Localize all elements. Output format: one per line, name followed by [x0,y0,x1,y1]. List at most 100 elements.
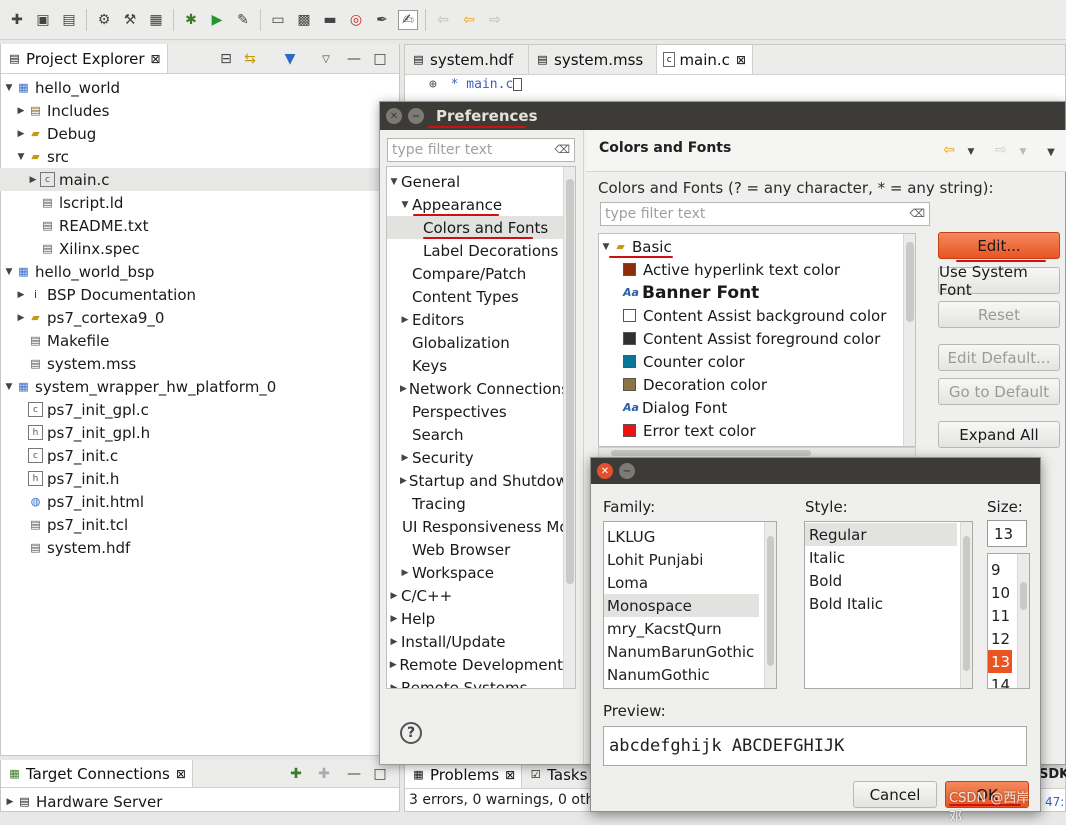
expand-arrow-icon[interactable]: ▼ [601,242,611,252]
pref-tree-item[interactable]: Search [387,423,563,446]
pref-tree-item[interactable]: ▼ General [387,170,563,193]
maximize-icon[interactable]: □ [370,49,390,69]
tree-item[interactable]: ▶ c main.c [0,168,398,191]
pref-tree-item[interactable]: Keys [387,354,563,377]
fold-icon[interactable]: ⊕ [429,77,437,92]
forward-arrow-icon[interactable]: ⇨ [991,140,1011,160]
clear-icon[interactable]: ⌫ [909,207,925,220]
tree-item[interactable]: ▶ i BSP Documentation [16,283,196,306]
pref-tree-item[interactable]: ▶ Network Connections [387,377,569,400]
expand-arrow-icon[interactable]: ▶ [16,129,26,139]
style-item[interactable]: Bold Italic [805,592,957,615]
expand-arrow-icon[interactable]: ▶ [16,290,26,300]
nav-scrollbar[interactable] [563,167,575,688]
clear-icon[interactable]: ⌫ [554,143,570,156]
family-item[interactable]: LKLUG [604,525,759,548]
tree-item[interactable]: ▶ ▤ Includes [16,99,110,122]
close-icon[interactable]: ⊠ [736,53,746,67]
sash[interactable] [583,130,584,764]
back-arrow-icon[interactable]: ⇦ [939,140,959,160]
pref-tree-item[interactable]: Colors and Fonts [387,216,563,239]
link-editor-icon[interactable]: ⇆ [240,49,260,69]
external-tools-icon[interactable]: ✎ [233,10,253,30]
terminal-icon[interactable]: ▭ [268,10,288,30]
pref-tree-item[interactable]: ▶ Startup and Shutdown [387,469,575,492]
new-icon[interactable]: ✚ [7,10,27,30]
tree-item[interactable]: ▼ ▦ system_wrapper_hw_platform_0 [4,375,277,398]
project-explorer-tab[interactable]: ▤ Project Explorer ⊠ [1,44,168,73]
tree-item[interactable]: c ps7_init_gpl.c [16,398,149,421]
pen-icon[interactable]: ✒ [372,10,392,30]
entries-scroll-thumb[interactable] [906,242,914,322]
close-icon[interactable]: ⊠ [176,767,186,781]
expand-arrow-icon[interactable]: ▶ [389,591,399,601]
tree-item[interactable]: ▼ ▦ hello_world [4,76,121,99]
color-font-entry[interactable]: Active hyperlink text color [623,258,840,281]
close-icon[interactable]: ✕ [597,463,613,479]
tree-item[interactable]: h ps7_init_gpl.h [16,421,150,444]
collapse-all-icon[interactable]: ⊟ [216,49,236,69]
family-item[interactable]: Monospace [604,594,759,617]
expand-arrow-icon[interactable]: ▶ [16,106,26,116]
binary-icon[interactable]: ▦ [146,10,166,30]
expand-arrow-icon[interactable]: ▶ [389,683,399,689]
color-font-entry[interactable]: Aa Dialog Font [623,396,727,419]
pref-tree-item[interactable]: Web Browser [387,538,563,561]
minimize-window-icon[interactable]: − [619,463,635,479]
size-scrollbar[interactable] [1017,554,1029,688]
pref-tree-item[interactable]: Perspectives [387,400,563,423]
expand-arrow-icon[interactable]: ▶ [400,568,410,578]
family-item[interactable]: mry_KacstQurn [604,617,759,640]
tree-item[interactable]: ▤ lscript.ld [28,191,123,214]
expand-arrow-icon[interactable]: ▶ [389,614,399,624]
hardware-server-item[interactable]: ▶ ▤ Hardware Server [5,790,163,813]
style-item[interactable]: Italic [805,546,957,569]
tree-item[interactable]: ▤ README.txt [28,214,148,237]
help-icon[interactable]: ? [400,722,422,744]
minimize-window-icon[interactable]: − [408,108,424,124]
pref-tree-item[interactable]: Content Types [387,285,563,308]
tree-item[interactable]: ▶ ▰ Debug [16,122,97,145]
expand-arrow-icon[interactable]: ▶ [400,384,407,394]
close-icon[interactable]: ⊠ [505,768,515,782]
view-menu-icon[interactable]: ▽ [316,49,336,69]
save-icon[interactable]: ▣ [33,10,53,30]
size-item[interactable]: 10 [988,581,1012,604]
build-hammer-icon[interactable]: ⚒ [120,10,140,30]
expand-arrow-icon[interactable]: ▶ [16,313,26,323]
family-item[interactable]: NanumBarunGothic [604,640,759,663]
forward-arrow-icon[interactable]: ⇨ [485,10,505,30]
save-all-icon[interactable]: ▤ [59,10,79,30]
tree-item[interactable]: ▤ Makefile [16,329,109,352]
forward-menu-icon[interactable]: ▼ [1013,142,1033,162]
size-item[interactable]: 14 [988,673,1012,689]
tab-tasks[interactable]: ☑ Tasks [522,761,595,788]
style-scrollbar[interactable] [960,522,972,688]
family-item[interactable]: Loma [604,571,759,594]
expand-arrow-icon[interactable]: ▶ [389,637,399,647]
pref-tree-item[interactable]: ▶ Workspace [387,561,563,584]
pref-tree-item[interactable]: Tracing [387,492,563,515]
program-fpga-icon[interactable]: ⚙ [94,10,114,30]
back-history-icon[interactable]: ⇦ [459,10,479,30]
category-basic[interactable]: ▼ ▰ Basic [601,235,672,258]
pref-tree-item[interactable]: ▶ Security [387,446,563,469]
tab-system-hdf[interactable]: ▤ system.hdf [405,45,529,74]
console-icon[interactable]: ▬ [320,10,340,30]
expand-arrow-icon[interactable]: ▼ [4,382,14,392]
back-menu-icon[interactable]: ▼ [961,142,981,162]
expand-arrow-icon[interactable]: ▶ [389,660,397,670]
expand-arrow-icon[interactable]: ▶ [5,797,15,807]
use-system-font-button[interactable]: Use System Font [938,263,1060,299]
pref-tree-item[interactable]: ▶ Remote Development [387,653,563,676]
tree-item[interactable]: c ps7_init.c [16,444,118,467]
family-scrollbar[interactable] [764,522,776,688]
tree-item[interactable]: ◍ ps7_init.html [16,490,144,513]
size-item[interactable]: 12 [988,627,1012,650]
pref-tree-item[interactable]: UI Responsiveness Monitoring [387,515,575,538]
add-connection-icon[interactable]: ✚ [286,764,306,784]
expand-arrow-icon[interactable]: ▼ [400,200,410,210]
color-font-entry[interactable]: Decoration color [623,373,767,396]
tab-system-mss[interactable]: ▤ system.mss [529,45,657,74]
filter-icon[interactable]: ▼ [280,49,300,69]
